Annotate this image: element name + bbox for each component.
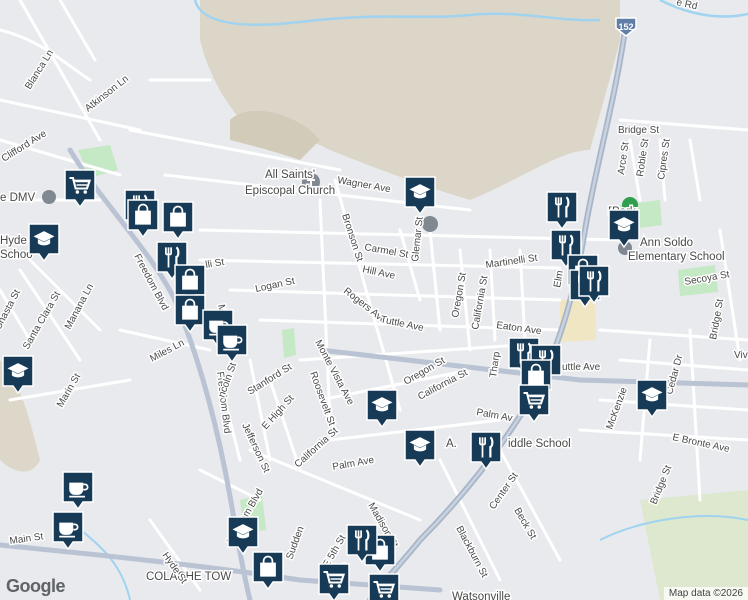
street-label-bridge1: Bridge St <box>618 125 659 136</box>
poi-label-watsonville: Watsonville <box>452 591 510 600</box>
google-logo: Google <box>6 576 66 596</box>
poi-label-all-saints-1: All Saints' <box>265 169 315 181</box>
poi-label-middle-school-a: A. <box>446 438 457 450</box>
street-label-tuttle2: uttle Ave <box>562 362 601 373</box>
map-attribution[interactable]: Map data ©2026 <box>663 587 748 600</box>
marker-pin <box>368 573 400 600</box>
park-area <box>282 328 296 358</box>
poi-label-hyde-2: Schoo <box>0 249 33 261</box>
highway-shield-label: 152 <box>618 22 633 32</box>
shopping-cart-marker[interactable] <box>318 563 350 600</box>
poi-label-all-saints-2: Episcopal Church <box>245 185 335 197</box>
poi-label-ann-soldo-2: Elementary School <box>628 251 725 263</box>
poi-label-ann-soldo-1: Ann Soldo <box>640 237 693 249</box>
street-label-viv: Viv <box>734 350 748 361</box>
poi-label-hyde-1: Hyde <box>0 235 27 247</box>
poi-label-dmv: e DMV <box>0 192 35 204</box>
map-canvas[interactable]: 152 All Saints' Episcopal Church e DMV Hyde… <box>0 0 748 600</box>
dmv-poi[interactable] <box>42 190 56 204</box>
poi-label-middle-school-b: iddle School <box>508 438 571 450</box>
shopping-cart-marker[interactable] <box>368 573 400 600</box>
poi-label-colache: COLACHE TOW <box>146 571 231 583</box>
